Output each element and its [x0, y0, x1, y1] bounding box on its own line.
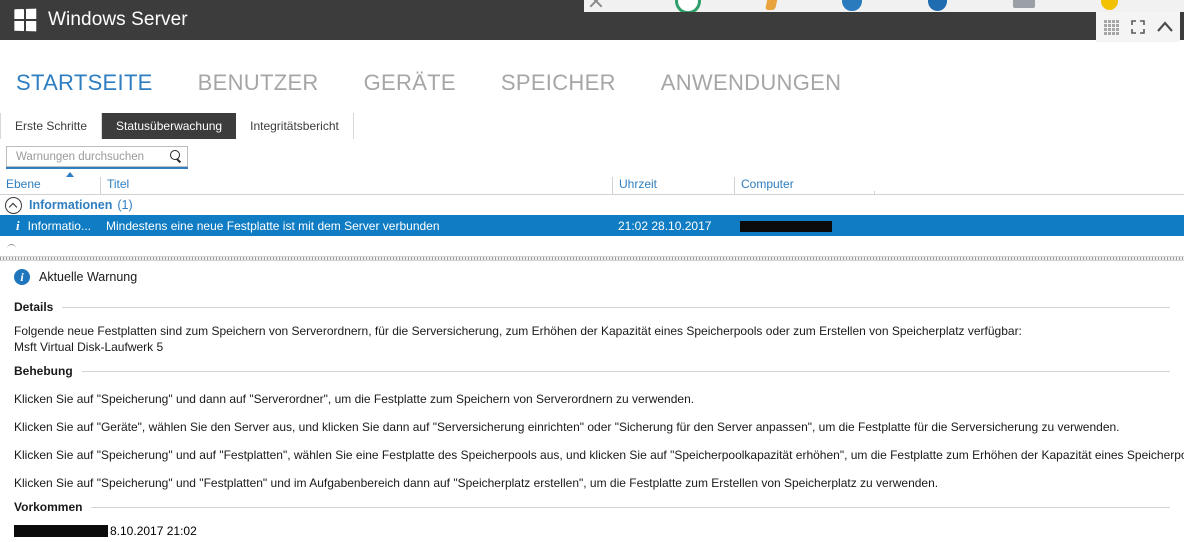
tab-integritaetsbericht[interactable]: Integritätsbericht	[236, 113, 354, 139]
info-icon: i	[16, 217, 20, 233]
search-icon[interactable]	[169, 149, 183, 164]
alert-detail-pane: i Aktuelle Warnung Details Folgende neue…	[0, 262, 1184, 542]
gray-tile-icon[interactable]	[1013, 0, 1035, 8]
column-header-uhrzeit[interactable]: Uhrzeit	[612, 177, 734, 194]
grid-header-row: Ebene Titel Uhrzeit Computer	[0, 172, 1184, 195]
occurrence-timestamp: 8.10.2017 21:02	[110, 524, 197, 538]
windows-logo-icon	[14, 8, 37, 32]
chevron-up-icon[interactable]	[1156, 18, 1174, 36]
nav-item-speicher[interactable]: SPEICHER	[501, 70, 616, 96]
nav-item-anwendungen[interactable]: ANWENDUNGEN	[661, 70, 842, 96]
search-input[interactable]	[14, 149, 169, 164]
column-header-computer[interactable]: Computer	[734, 177, 874, 194]
tab-statusueberwachung[interactable]: Statusüberwachung	[102, 113, 237, 139]
grid-empty-row	[0, 236, 1184, 258]
section-rule	[81, 370, 1170, 372]
table-row[interactable]: i Informatio... Mindestens eine neue Fes…	[0, 215, 1184, 236]
section-heading-details-label: Details	[14, 300, 54, 314]
blue-arrow-icon[interactable]	[927, 0, 948, 11]
main-navigation: STARTSEITE BENUTZER GERÄTE SPEICHER ANWE…	[0, 58, 1184, 108]
remediation-step-2: Klicken Sie auf "Geräte", wählen Sie den…	[14, 420, 1120, 434]
section-heading-behebung: Behebung	[14, 364, 1170, 378]
app-header: Windows Server	[0, 0, 584, 40]
column-header-ebene-label: Ebene	[6, 177, 41, 191]
redaction-bar	[14, 525, 108, 537]
redaction-bar	[740, 220, 832, 232]
column-header-ebene[interactable]: Ebene	[0, 172, 100, 194]
group-row-informationen[interactable]: Informationen (1)	[0, 195, 1184, 215]
search-container	[6, 146, 188, 167]
info-icon: i	[14, 269, 30, 285]
app-grid-icon[interactable]	[1102, 18, 1120, 36]
blue-swirl-icon[interactable]	[842, 0, 862, 11]
remediation-step-4: Klicken Sie auf "Speicherung" und "Festp…	[14, 476, 939, 490]
column-header-titel[interactable]: Titel	[100, 177, 612, 194]
details-text-line-1: Folgende neue Festplatten sind zum Speic…	[14, 324, 1022, 338]
detail-title-label: Aktuelle Warnung	[39, 270, 138, 284]
cell-titel: Mindestens eine neue Festplatte ist mit …	[106, 218, 440, 233]
sort-ascending-icon	[66, 172, 74, 177]
cell-computer-redacted	[734, 219, 874, 233]
cell-uhrzeit: 21:02 28.10.2017	[618, 218, 712, 233]
occurrence-row: 8.10.2017 21:02	[14, 524, 1170, 538]
nav-item-geraete[interactable]: GERÄTE	[364, 70, 456, 96]
yellow-dot-icon[interactable]	[1100, 0, 1118, 10]
group-row-label: Informationen	[29, 198, 113, 212]
nav-item-startseite[interactable]: STARTSEITE	[16, 70, 153, 96]
section-heading-vorkommen-label: Vorkommen	[14, 500, 83, 514]
section-heading-behebung-label: Behebung	[14, 364, 73, 378]
detail-title-row: i Aktuelle Warnung	[14, 264, 1170, 290]
section-rule	[62, 306, 1170, 308]
column-header-spacer	[874, 191, 1184, 194]
search-accent-underline	[6, 167, 188, 169]
chevron-partial-icon	[7, 243, 16, 250]
details-text-line-2: Msft Virtual Disk-Laufwerk 5	[14, 340, 164, 354]
chevron-up-circle-icon[interactable]	[5, 196, 22, 214]
alerts-grid: Ebene Titel Uhrzeit Computer Information…	[0, 172, 1184, 258]
group-row-count: (1)	[117, 198, 133, 212]
section-rule	[91, 506, 1170, 508]
remediation-step-3: Klicken Sie auf "Speicherung" und auf "F…	[14, 448, 1184, 462]
sub-tab-bar: Erste Schritte Statusüberwachung Integri…	[0, 113, 1184, 139]
tab-erste-schritte[interactable]: Erste Schritte	[0, 113, 103, 139]
close-x-icon[interactable]	[584, 0, 609, 12]
section-heading-vorkommen: Vorkommen	[14, 500, 1170, 514]
orange-bookmark-icon[interactable]	[764, 0, 779, 10]
nav-item-benutzer[interactable]: BENUTZER	[198, 70, 319, 96]
search-box[interactable]	[6, 146, 188, 167]
window-chrome-controls	[1096, 12, 1180, 42]
cell-ebene: i Informatio...	[0, 218, 100, 234]
section-heading-details: Details	[14, 300, 1170, 314]
pane-splitter[interactable]	[0, 256, 1184, 261]
header-bar-extension	[584, 12, 1184, 40]
cell-ebene-label: Informatio...	[27, 218, 91, 233]
browser-toolbar-icons	[584, 0, 1184, 12]
fullscreen-expand-icon[interactable]	[1129, 18, 1147, 36]
app-title: Windows Server	[48, 9, 188, 30]
remediation-step-1: Klicken Sie auf "Speicherung" und dann a…	[14, 392, 695, 406]
